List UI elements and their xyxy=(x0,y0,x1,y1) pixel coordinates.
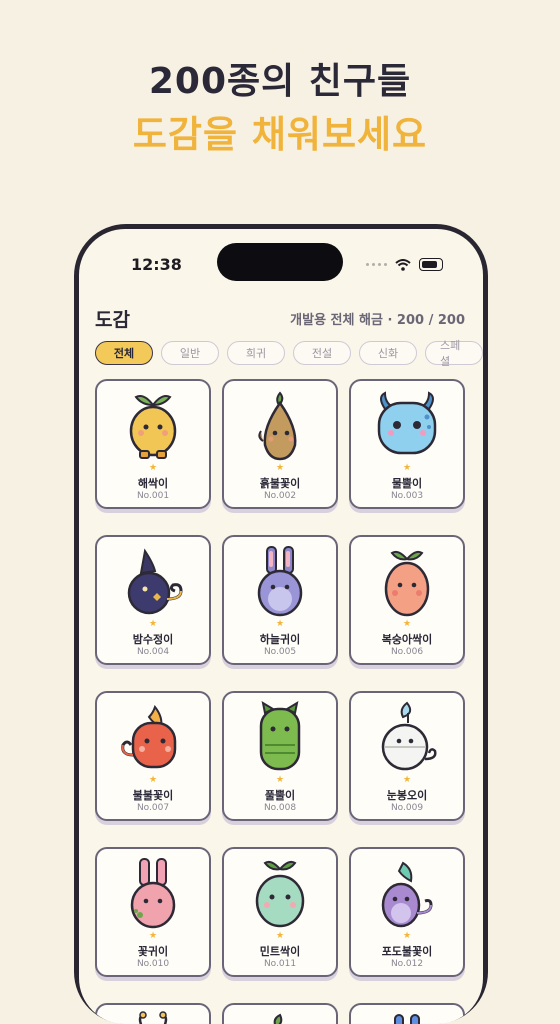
grass-creature-icon xyxy=(259,700,301,771)
filter-all[interactable]: 전체 xyxy=(95,341,153,365)
status-bar: 12:38 xyxy=(79,229,483,293)
night-creature-icon xyxy=(127,548,183,615)
rarity-star-icon: ★ xyxy=(275,931,285,941)
creature-card[interactable]: ★ 눈봉오이 No.009 xyxy=(349,691,465,821)
phone-frame: 12:38 도감 개발용 전체 해금 · 200 / 200 전체 일반 희귀 … xyxy=(74,224,488,1024)
creature-name: 눈봉오이 xyxy=(386,789,428,802)
rarity-star-icon: ★ xyxy=(402,619,412,629)
creature-number: No.009 xyxy=(390,803,424,813)
status-time: 12:38 xyxy=(131,255,182,274)
creature-name: 물뿔이 xyxy=(391,477,423,490)
creature-number: No.002 xyxy=(263,491,297,501)
peach-creature-icon xyxy=(384,550,430,617)
creature-name: 흙불꽃이 xyxy=(259,477,301,490)
creature-number: No.010 xyxy=(136,959,170,969)
creature-name: 꽃귀이 xyxy=(137,945,169,958)
sprout-creature-icon xyxy=(129,395,177,459)
filter-rare[interactable]: 희귀 xyxy=(227,341,285,365)
rarity-star-icon: ★ xyxy=(402,463,412,473)
creature-grid: ★ 해싹이 No.001 ★ 흙불꽃이 No.002 ★ 물뿔이 No.003 … xyxy=(95,379,465,1024)
creature-card[interactable]: ★ 민트싹이 No.011 xyxy=(222,847,338,977)
creature-card[interactable]: ★ 불불꽃이 No.007 xyxy=(95,691,211,821)
rarity-star-icon: ★ xyxy=(275,775,285,785)
rarity-star-icon: ★ xyxy=(275,619,285,629)
creature-number: No.006 xyxy=(390,647,424,657)
creature-number: No.004 xyxy=(136,647,170,657)
promo-headline: 200종의 친구들 xyxy=(148,61,412,102)
blue-bunny-icon xyxy=(394,1014,420,1024)
creature-name: 포도불꽃이 xyxy=(381,945,433,958)
phone-screen: 12:38 도감 개발용 전체 해금 · 200 / 200 전체 일반 희귀 … xyxy=(79,229,483,1024)
creature-number: No.003 xyxy=(390,491,424,501)
creature-number: No.005 xyxy=(263,647,297,657)
creature-number: No.011 xyxy=(263,959,297,969)
creature-number: No.007 xyxy=(136,803,170,813)
snow-creature-icon xyxy=(381,701,437,771)
rarity-star-icon: ★ xyxy=(402,775,412,785)
creature-name: 하늘귀이 xyxy=(259,633,301,646)
creature-name: 복숭아싹이 xyxy=(381,633,433,646)
creature-card[interactable]: ★ 꽃귀이 No.010 xyxy=(95,847,211,977)
creature-number: No.012 xyxy=(390,959,424,969)
creature-card[interactable]: ★ 풀뿔이 No.008 xyxy=(222,691,338,821)
creature-card[interactable]: ★ 포도불꽃이 No.012 xyxy=(349,847,465,977)
mint-creature-icon xyxy=(255,860,305,928)
creature-card[interactable]: ★ 흙불꽃이 No.002 xyxy=(222,379,338,509)
creature-card[interactable]: ★ 밤수정이 No.004 xyxy=(95,535,211,665)
creature-name: 밤수정이 xyxy=(132,633,174,646)
grape-creature-icon xyxy=(381,861,433,928)
creature-name: 해싹이 xyxy=(137,477,169,490)
creature-card-partial[interactable] xyxy=(95,1003,211,1024)
rarity-star-icon: ★ xyxy=(148,463,158,473)
flower-bunny-icon xyxy=(130,858,176,929)
creature-number: No.008 xyxy=(263,803,297,813)
bunny-creature-icon xyxy=(257,546,303,617)
creature-number: No.001 xyxy=(136,491,170,501)
antenna-creature-icon xyxy=(138,1011,168,1024)
signal-icon xyxy=(366,263,387,266)
dex-header: 도감 개발용 전체 해금 · 200 / 200 xyxy=(95,305,465,332)
rarity-star-icon: ★ xyxy=(402,931,412,941)
root-creature-icon xyxy=(273,1013,283,1024)
creature-card[interactable]: ★ 해싹이 No.001 xyxy=(95,379,211,509)
status-icons xyxy=(366,258,443,271)
creature-name: 불불꽃이 xyxy=(132,789,174,802)
wifi-icon xyxy=(395,258,411,271)
dynamic-island xyxy=(217,243,343,281)
rarity-star-icon: ★ xyxy=(148,931,158,941)
battery-icon xyxy=(419,258,443,271)
water-creature-icon xyxy=(377,391,437,455)
promo-subheadline: 도감을 채워보세요 xyxy=(132,113,428,156)
filter-legendary[interactable]: 전설 xyxy=(293,341,351,365)
page-title: 도감 xyxy=(95,309,130,331)
rarity-filter-bar: 전체 일반 희귀 전설 신화 스페셜 xyxy=(95,339,483,368)
creature-name: 풀뿔이 xyxy=(264,789,296,802)
seed-creature-icon xyxy=(258,391,297,461)
filter-common[interactable]: 일반 xyxy=(161,341,219,365)
filter-mythic[interactable]: 신화 xyxy=(359,341,417,365)
creature-name: 민트싹이 xyxy=(259,945,301,958)
creature-card[interactable]: ★ 물뿔이 No.003 xyxy=(349,379,465,509)
rarity-star-icon: ★ xyxy=(148,775,158,785)
collection-count: 개발용 전체 해금 · 200 / 200 xyxy=(290,313,465,328)
creature-card[interactable]: ★ 하늘귀이 No.005 xyxy=(222,535,338,665)
creature-card[interactable]: ★ 복숭아싹이 No.006 xyxy=(349,535,465,665)
rarity-star-icon: ★ xyxy=(148,619,158,629)
rarity-star-icon: ★ xyxy=(275,463,285,473)
creature-card-partial[interactable] xyxy=(222,1003,338,1024)
filter-special[interactable]: 스페셜 xyxy=(425,339,483,368)
creature-card-partial[interactable] xyxy=(349,1003,465,1024)
fire-creature-icon xyxy=(121,704,177,769)
